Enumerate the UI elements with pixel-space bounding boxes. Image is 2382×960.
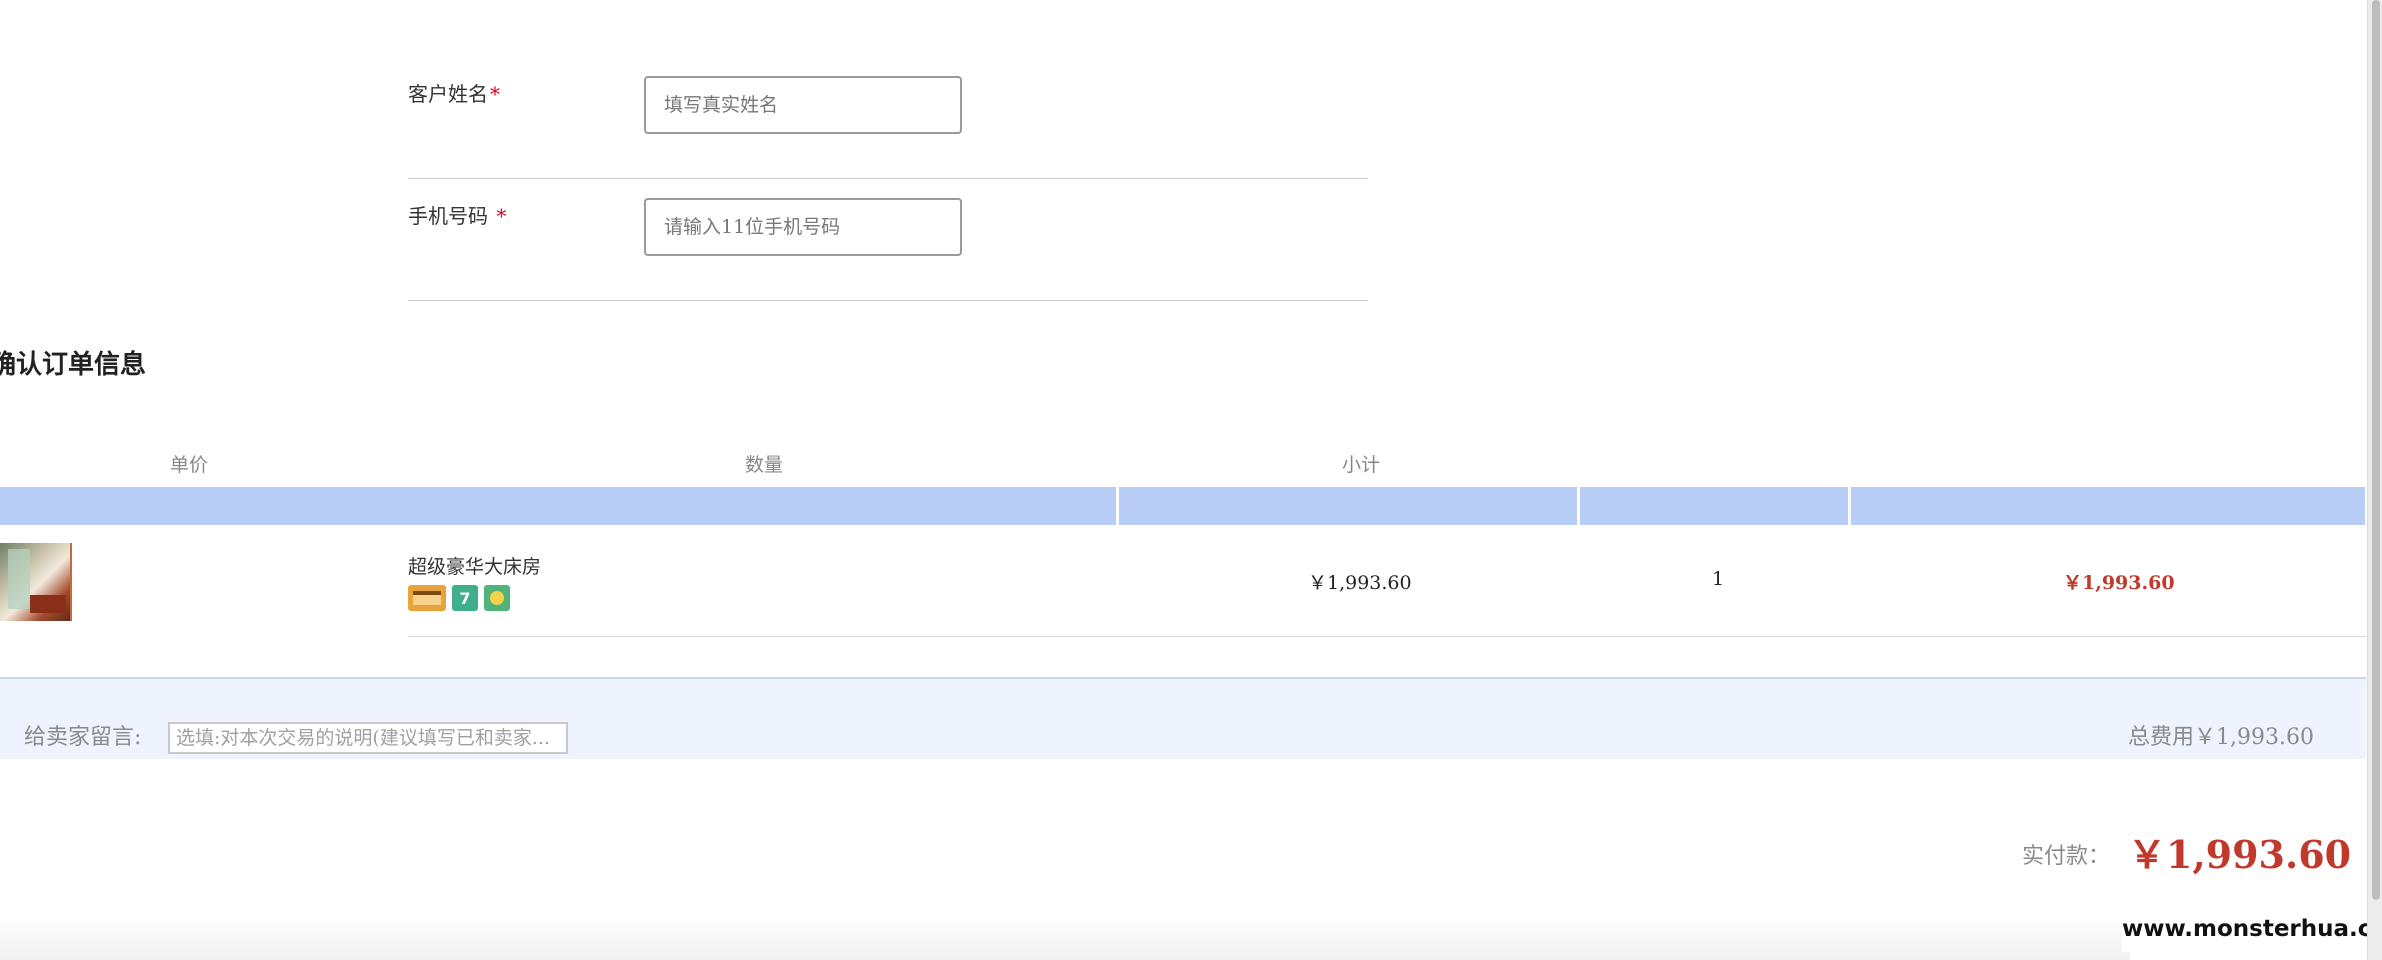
product-thumbnail[interactable] (0, 543, 72, 621)
total-fee: 总费用￥1,993.60 (2128, 725, 2314, 750)
scrollbar-thumb[interactable] (2372, 0, 2380, 900)
column-header-quantity: 数量 (745, 454, 784, 476)
cup-icon (484, 585, 510, 611)
subtotal-value: ￥1,993.60 (2063, 572, 2175, 594)
column-header-subtotal: 小计 (1342, 454, 1381, 476)
phone-label-text: 手机号码 (408, 204, 488, 228)
thumbnail-window (8, 549, 30, 609)
customer-name-label: 客户姓名 * (408, 78, 500, 107)
customer-name-label-text: 客户姓名 (408, 82, 488, 106)
paid-amount: ￥1,993.60 (2128, 832, 2352, 877)
watermark: www.monsterhua.com (2122, 907, 2382, 952)
seven-icon: 7 (452, 585, 478, 611)
paid-label: 实付款： (2022, 844, 2111, 869)
remark-input[interactable] (168, 722, 568, 754)
remark-label: 给卖家留言: (24, 725, 142, 750)
table-header-bar (1580, 487, 1848, 525)
product-name[interactable]: 超级豪华大床房 (408, 552, 541, 579)
customer-name-input[interactable] (644, 76, 962, 134)
required-mark: * (490, 82, 500, 106)
bottom-shadow (0, 915, 2130, 960)
remark-section: 给卖家留言: 总费用￥1,993.60 (0, 677, 2366, 759)
customer-name-row: 客户姓名 * (408, 60, 1368, 179)
vertical-scrollbar[interactable] (2367, 0, 2382, 960)
table-row-divider (408, 636, 2366, 637)
quantity-value: 1 (1712, 568, 1725, 590)
card-icon (408, 585, 446, 611)
column-header-unit-price: 单价 (170, 454, 209, 476)
unit-price-value: ￥1,993.60 (1308, 572, 1412, 594)
table-header-bar (0, 487, 1116, 525)
table-header-bar (1119, 487, 1577, 525)
phone-row: 手机号码 * (408, 178, 1368, 301)
phone-label: 手机号码 * (408, 200, 506, 229)
order-section-title: 确认订单信息 (0, 350, 147, 380)
required-mark: * (496, 204, 507, 228)
thumbnail-bed (30, 595, 66, 613)
table-header-bar (1851, 487, 2365, 525)
phone-input[interactable] (644, 198, 962, 256)
